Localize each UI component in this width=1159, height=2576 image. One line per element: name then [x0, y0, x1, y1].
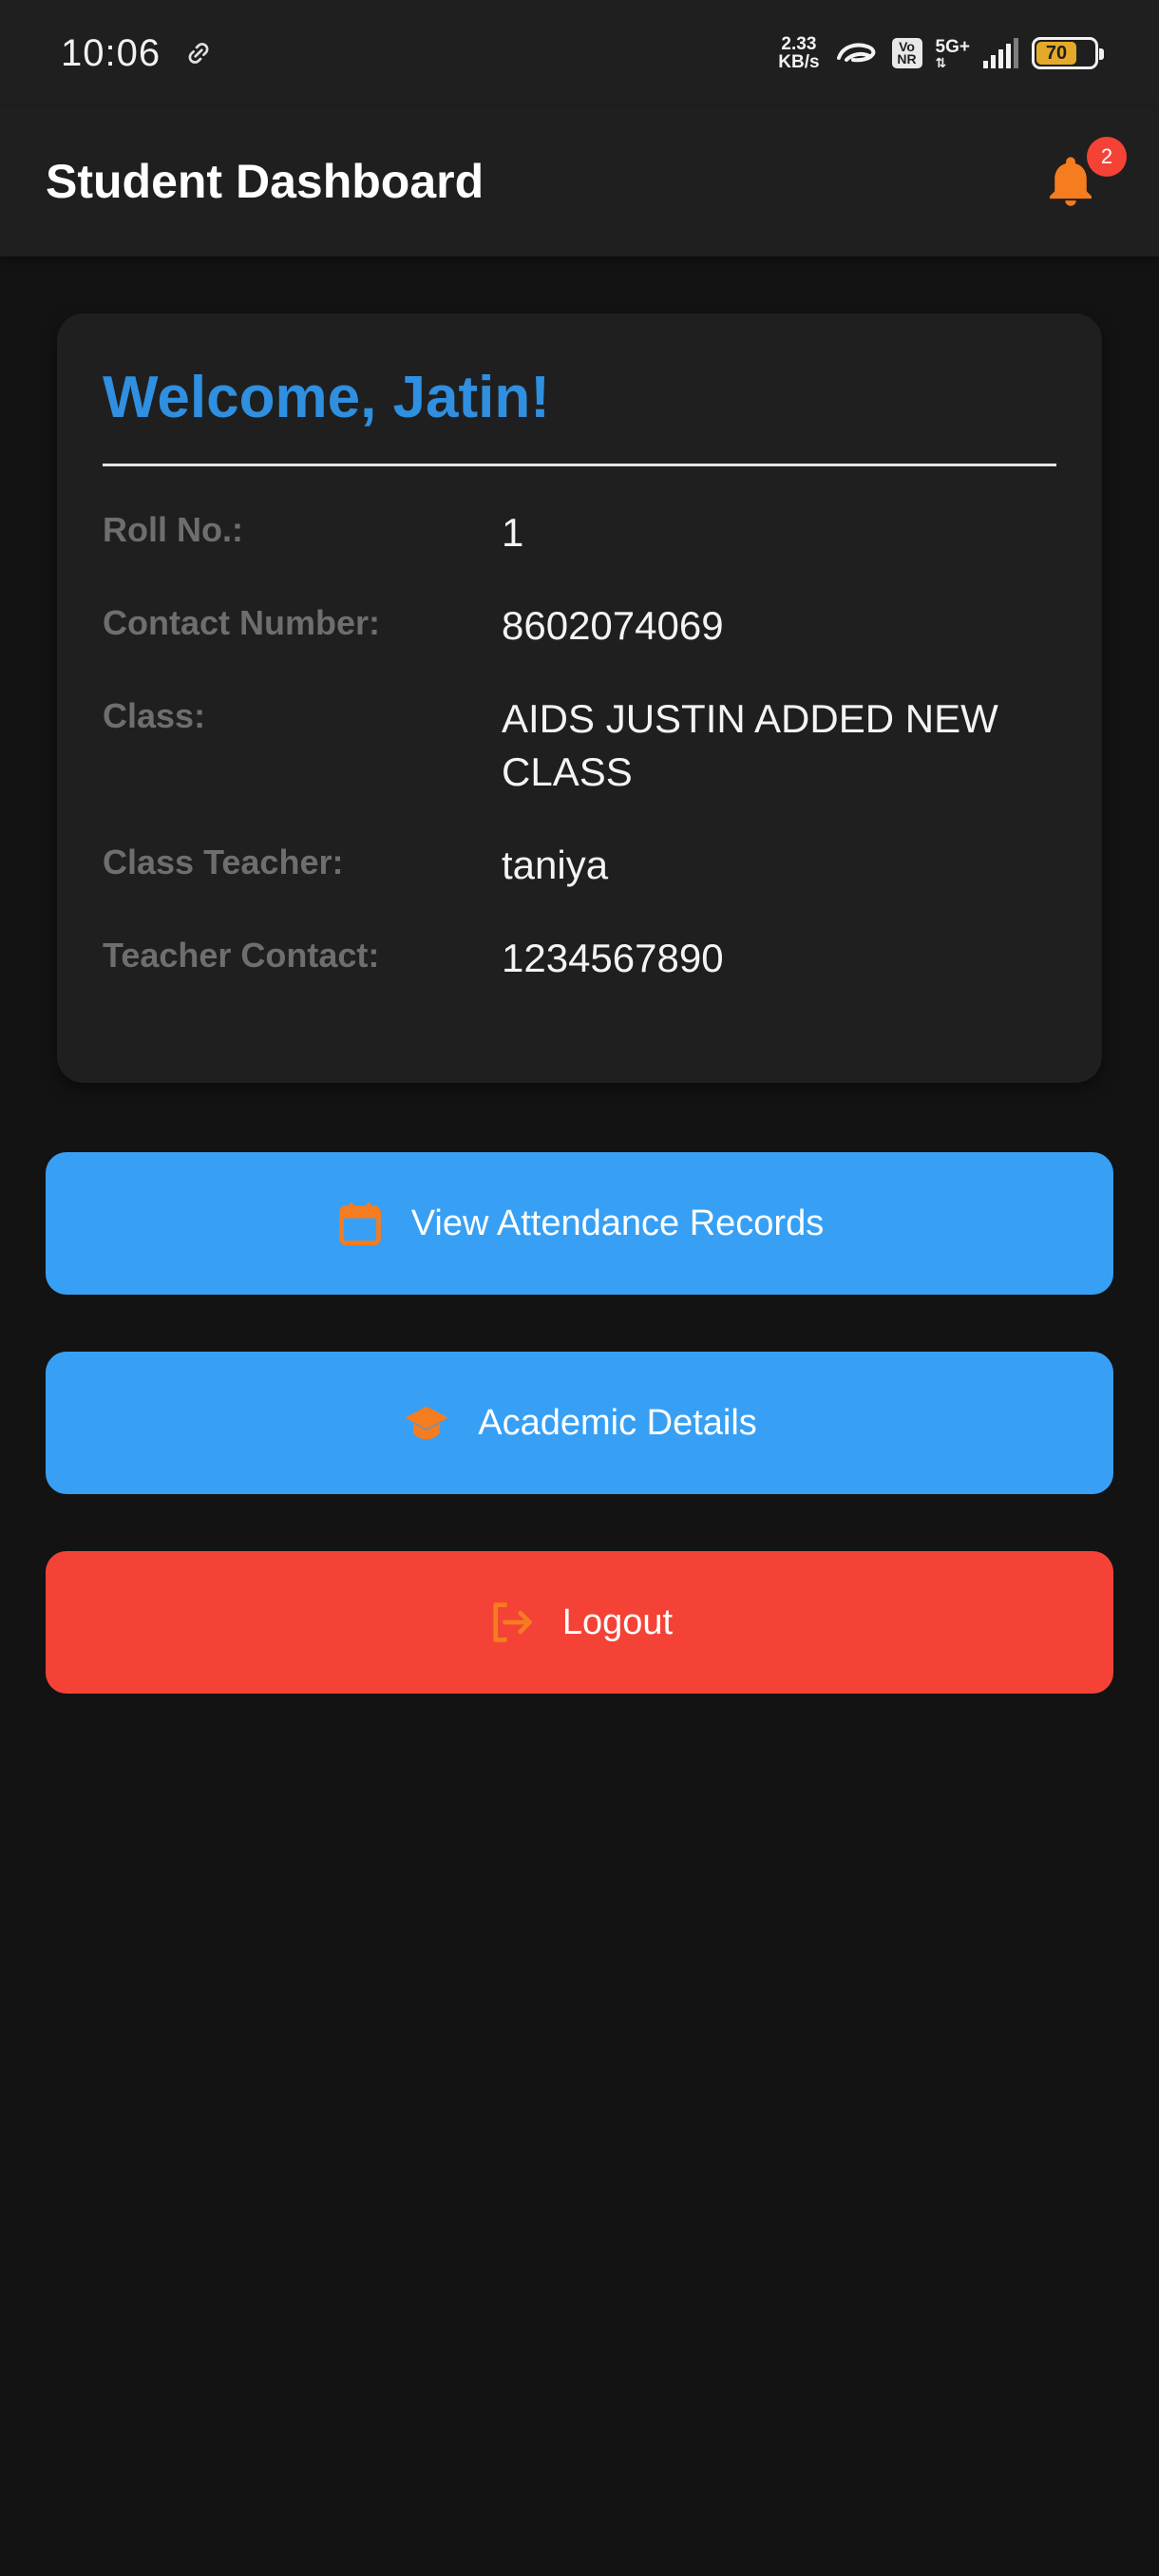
- teacher-contact-label: Teacher Contact:: [103, 936, 380, 975]
- class-label: Class:: [103, 696, 206, 735]
- view-attendance-button[interactable]: View Attendance Records: [46, 1152, 1113, 1295]
- profile-card: Welcome, Jatin! Roll No.: 1 Contact Numb…: [57, 313, 1102, 1083]
- info-row-teacher-contact: Teacher Contact: 1234567890: [103, 932, 1056, 985]
- divider: [103, 464, 1056, 466]
- data-arrows-icon: ⇅: [935, 54, 947, 70]
- status-bar: 10:06 2.33 KB/s Vo NR 5G+ ⇅ 70: [0, 0, 1159, 106]
- logout-button[interactable]: Logout: [46, 1551, 1113, 1694]
- info-row-class-teacher: Class Teacher: taniya: [103, 839, 1056, 892]
- logout-icon: [493, 1602, 532, 1642]
- logout-label: Logout: [561, 1601, 674, 1642]
- link-icon: [188, 43, 209, 64]
- contact-number-value: 8602074069: [502, 603, 724, 648]
- volte-icon: Vo NR: [891, 38, 922, 68]
- class-value: AIDS JUSTIN ADDED NEW CLASS: [502, 696, 998, 794]
- teacher-contact-value: 1234567890: [502, 936, 724, 980]
- class-teacher-label: Class Teacher:: [103, 843, 344, 881]
- battery-level: 70: [1045, 42, 1068, 64]
- network-type-label: 5G+: [935, 36, 970, 57]
- status-icons: 2.33 KB/s Vo NR 5G+ ⇅ 70: [778, 35, 1104, 71]
- notifications-button[interactable]: 2: [1028, 137, 1127, 224]
- battery-nub: [1099, 48, 1104, 60]
- info-row-contact-number: Contact Number: 8602074069: [103, 599, 1056, 653]
- academic-details-label: Academic Details: [478, 1402, 757, 1443]
- notification-badge: 2: [1087, 137, 1127, 177]
- academic-details-button[interactable]: Academic Details: [46, 1352, 1113, 1494]
- status-time: 10:06: [61, 31, 162, 74]
- info-row-roll-no: Roll No.: 1: [103, 506, 1056, 559]
- class-teacher-value: taniya: [502, 843, 609, 887]
- signal-strength-icon: [983, 38, 1018, 68]
- hotspot-icon: [836, 43, 875, 63]
- network-speed: 2.33 KB/s: [778, 35, 819, 71]
- graduation-cap-icon: [405, 1406, 448, 1440]
- contact-number-label: Contact Number:: [103, 603, 381, 642]
- app-bar: Student Dashboard 2: [0, 106, 1159, 256]
- net-speed-value: 2.33: [781, 34, 817, 54]
- battery-icon: 70: [1032, 37, 1104, 69]
- page-title: Student Dashboard: [46, 155, 484, 208]
- roll-no-label: Roll No.:: [103, 510, 243, 549]
- net-speed-unit: KB/s: [778, 52, 820, 72]
- view-attendance-label: View Attendance Records: [410, 1203, 825, 1243]
- calendar-icon: [338, 1203, 381, 1245]
- welcome-heading: Welcome, Jatin!: [103, 365, 550, 430]
- roll-no-value: 1: [502, 510, 524, 555]
- info-row-class: Class: AIDS JUSTIN ADDED NEW CLASS: [103, 692, 1056, 799]
- network-type: 5G+ ⇅: [936, 38, 970, 69]
- battery-fill: 70: [1036, 42, 1076, 65]
- volte-bottom: NR: [897, 51, 917, 66]
